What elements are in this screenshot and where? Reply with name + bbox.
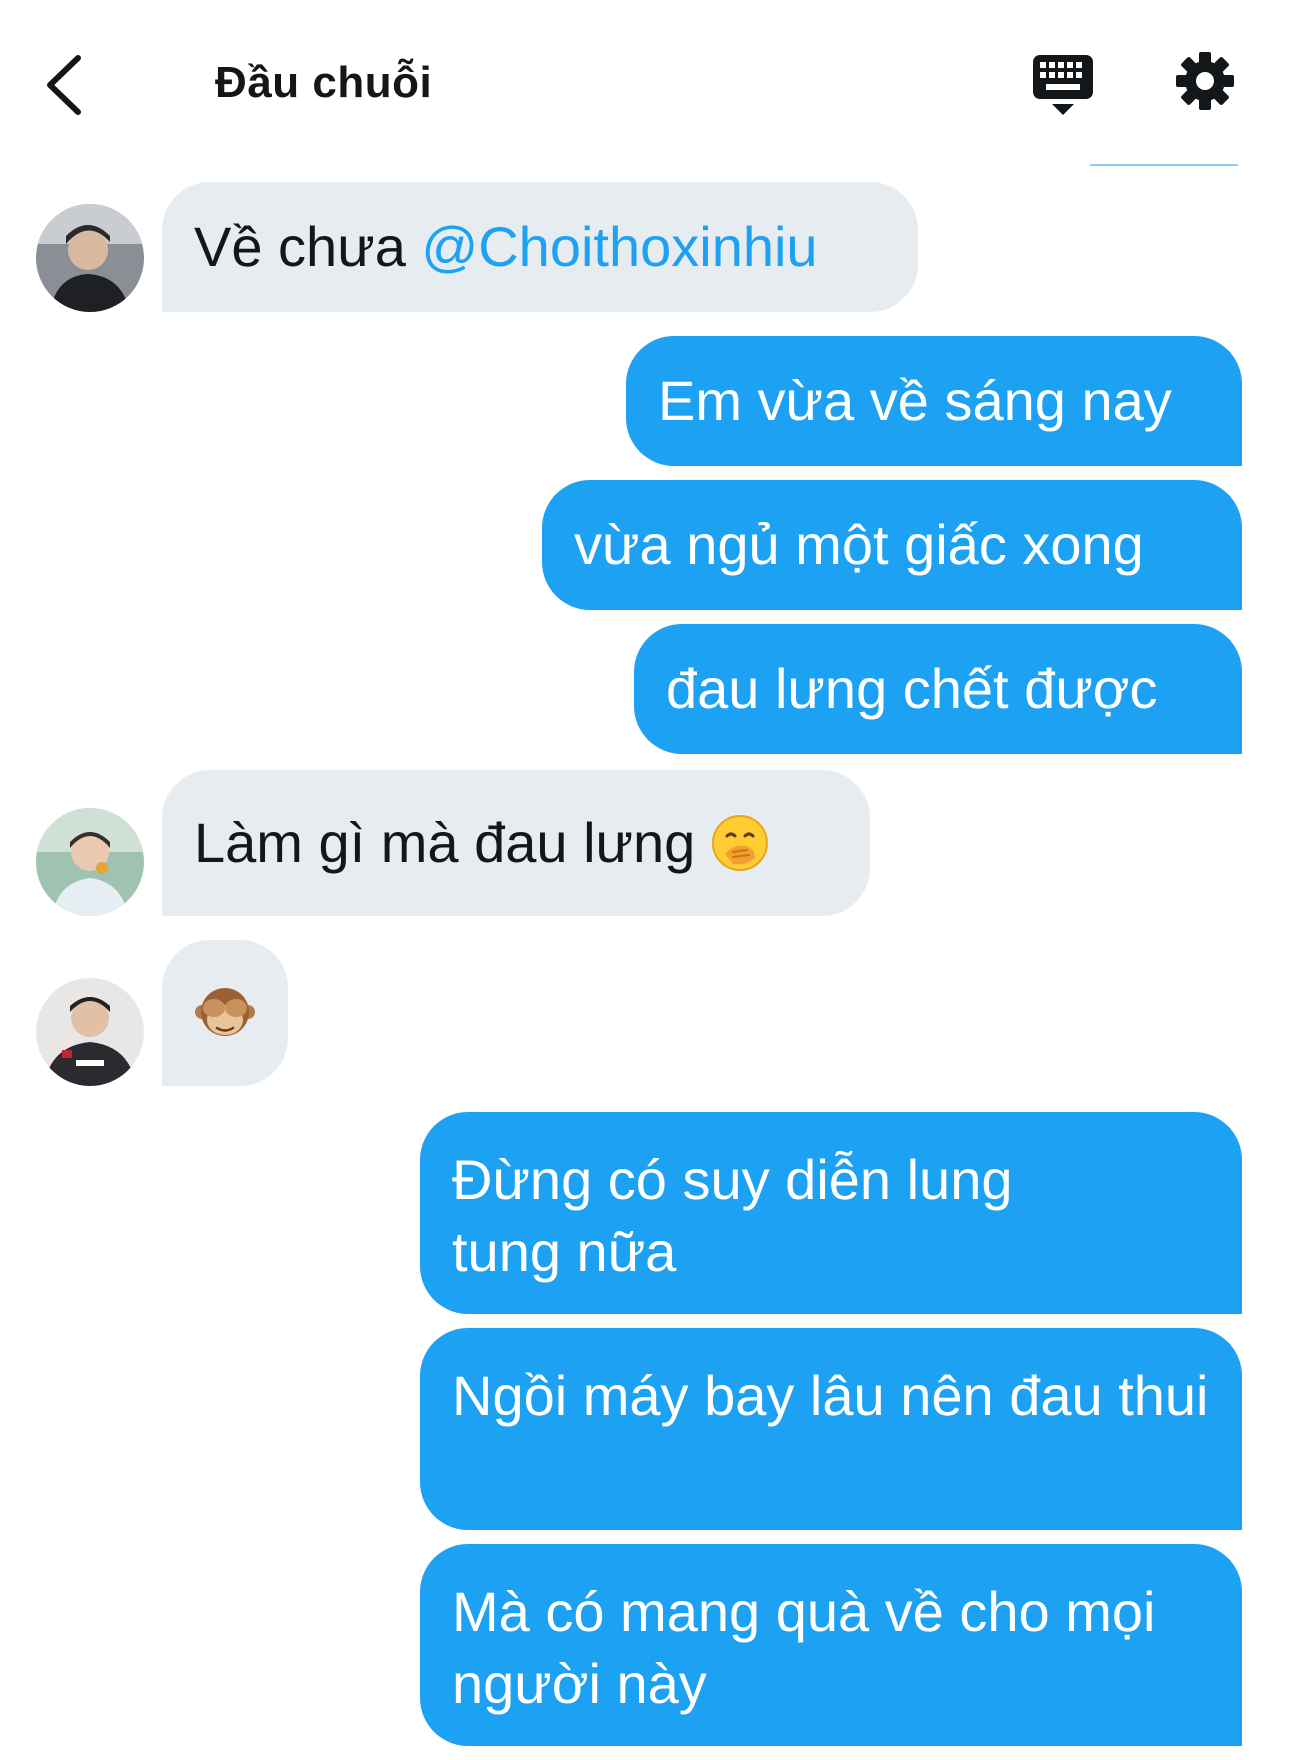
user-mention-link[interactable]: @Choithoxinhiu (421, 211, 817, 283)
message-text: Em vừa về sáng nay (658, 369, 1172, 432)
message-text: Mà có mang quà về cho mọi người này (452, 1580, 1156, 1715)
user-avatar-image (36, 808, 144, 916)
user-avatar-image (36, 978, 144, 1086)
message-bubble-outgoing[interactable]: vừa ngủ một giấc xong (542, 480, 1242, 610)
message-bubble-incoming[interactable]: Về chưa @Choithoxinhiu (162, 182, 918, 312)
message-bubble-outgoing[interactable]: Mà có mang quà về cho mọi người này (420, 1544, 1242, 1746)
message-text: Đừng có suy diễn lung tung nữa (452, 1148, 1013, 1283)
face-with-hand-over-mouth-icon (711, 815, 768, 871)
keyboard-button[interactable] (1030, 52, 1096, 118)
message-text: vừa ngủ một giấc xong (574, 513, 1144, 576)
chevron-left-icon (47, 55, 81, 115)
page-title: Đầu chuỗi (215, 58, 433, 107)
message-text: Về chưa (194, 215, 422, 278)
message-text: Ngồi máy bay lâu nên đau thui (452, 1364, 1209, 1427)
message-bubble-incoming[interactable]: Làm gì mà đau lưng (162, 770, 870, 916)
message-bubble-outgoing[interactable]: đau lưng chết được (634, 624, 1242, 754)
avatar[interactable] (36, 808, 144, 916)
keyboard-icon (1033, 55, 1093, 115)
message-text: Làm gì mà đau lưng (194, 811, 711, 874)
gear-icon (1176, 52, 1234, 110)
settings-button[interactable] (1174, 50, 1236, 112)
message-text: đau lưng chết được (666, 657, 1158, 720)
avatar[interactable] (36, 204, 144, 312)
message-bubble-outgoing[interactable]: Em vừa về sáng nay (626, 336, 1242, 466)
conversation-header: Đầu chuỗi (0, 0, 1290, 166)
message-bubble-incoming[interactable] (162, 940, 288, 1086)
user-avatar-image (36, 204, 144, 312)
message-bubble-outgoing[interactable]: Ngồi máy bay lâu nên đau thui (420, 1328, 1242, 1530)
avatar[interactable] (36, 978, 144, 1086)
divider (1090, 164, 1238, 166)
message-bubble-outgoing[interactable]: Đừng có suy diễn lung tung nữa (420, 1112, 1242, 1314)
see-no-evil-monkey-icon (195, 988, 255, 1036)
back-button[interactable] (40, 50, 100, 120)
